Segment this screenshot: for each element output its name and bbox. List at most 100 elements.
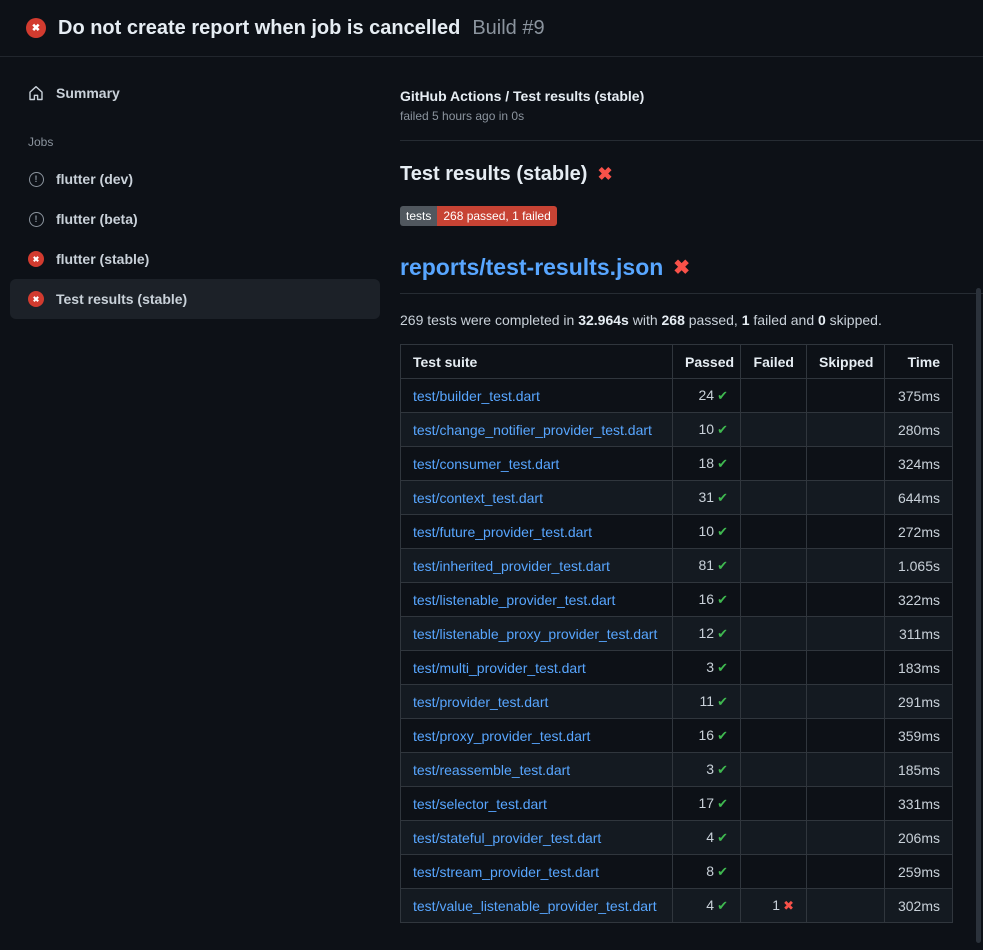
passed-cell: 11✔ <box>673 685 741 719</box>
test-suite-link[interactable]: test/change_notifier_provider_test.dart <box>413 422 652 438</box>
test-suite-link[interactable]: test/future_provider_test.dart <box>413 524 592 540</box>
time-cell: 183ms <box>885 651 953 685</box>
table-row: test/multi_provider_test.dart3✔183ms <box>401 651 953 685</box>
table-row: test/context_test.dart31✔644ms <box>401 481 953 515</box>
neutral-status-icon: ! <box>28 211 44 227</box>
check-icon: ✔ <box>717 422 728 437</box>
skipped-cell <box>807 583 885 617</box>
check-icon: ✔ <box>717 490 728 505</box>
passed-cell: 4✔ <box>673 889 741 923</box>
table-row: test/stateful_provider_test.dart4✔206ms <box>401 821 953 855</box>
sidebar: Summary Jobs ! flutter (dev) ! flutter (… <box>0 57 390 319</box>
sidebar-item-test-results-stable[interactable]: ✖ Test results (stable) <box>10 279 380 319</box>
x-glyph: ✖ <box>32 23 40 34</box>
check-icon: ✔ <box>717 830 728 845</box>
table-row: test/listenable_proxy_provider_test.dart… <box>401 617 953 651</box>
col-header-passed: Passed <box>673 345 741 379</box>
time-cell: 302ms <box>885 889 953 923</box>
test-suite-link[interactable]: test/stream_provider_test.dart <box>413 864 599 880</box>
passed-cell: 8✔ <box>673 855 741 889</box>
time-cell: 259ms <box>885 855 953 889</box>
test-suite-cell: test/proxy_provider_test.dart <box>401 719 673 753</box>
failed-cell <box>741 651 807 685</box>
check-icon: ✔ <box>717 796 728 811</box>
test-suite-cell: test/context_test.dart <box>401 481 673 515</box>
test-suite-link[interactable]: test/reassemble_test.dart <box>413 762 570 778</box>
test-suite-cell: test/stream_provider_test.dart <box>401 855 673 889</box>
table-header-row: Test suite Passed Failed Skipped Time <box>401 345 953 379</box>
test-suite-link[interactable]: test/value_listenable_provider_test.dart <box>413 898 657 914</box>
main-content: GitHub Actions / Test results (stable) f… <box>400 88 983 923</box>
exclaim-glyph: ! <box>29 212 44 227</box>
summary-line: 269 tests were completed in 32.964s with… <box>400 312 983 328</box>
table-row: test/value_listenable_provider_test.dart… <box>401 889 953 923</box>
skipped-cell <box>807 889 885 923</box>
table-row: test/listenable_provider_test.dart16✔322… <box>401 583 953 617</box>
test-suite-cell: test/selector_test.dart <box>401 787 673 821</box>
failed-status-icon: ✖ <box>26 18 46 38</box>
skipped-cell <box>807 685 885 719</box>
table-row: test/future_provider_test.dart10✔272ms <box>401 515 953 549</box>
skipped-cell <box>807 753 885 787</box>
check-icon: ✔ <box>717 694 728 709</box>
sidebar-item-label: flutter (stable) <box>56 251 149 267</box>
table-row: test/reassemble_test.dart3✔185ms <box>401 753 953 787</box>
test-suite-cell: test/change_notifier_provider_test.dart <box>401 413 673 447</box>
failed-cell <box>741 447 807 481</box>
table-row: test/proxy_provider_test.dart16✔359ms <box>401 719 953 753</box>
table-row: test/inherited_provider_test.dart81✔1.06… <box>401 549 953 583</box>
neutral-status-icon: ! <box>28 171 44 187</box>
time-cell: 1.065s <box>885 549 953 583</box>
time-cell: 291ms <box>885 685 953 719</box>
table-row: test/provider_test.dart 11✔ 291ms <box>401 685 953 719</box>
check-icon: ✔ <box>717 660 728 675</box>
build-number: Build #9 <box>472 17 544 40</box>
test-suite-link[interactable]: test/builder_test.dart <box>413 388 540 404</box>
test-suite-link[interactable]: test/context_test.dart <box>413 490 543 506</box>
sidebar-item-flutter-stable[interactable]: ✖ flutter (stable) <box>10 239 380 279</box>
col-header-skipped: Skipped <box>807 345 885 379</box>
skipped-cell <box>807 651 885 685</box>
check-icon: ✔ <box>717 898 728 913</box>
failed-cell <box>741 515 807 549</box>
failed-cell <box>741 379 807 413</box>
test-suite-cell: test/provider_test.dart <box>401 685 673 719</box>
failed-status-icon: ✖ <box>28 291 44 307</box>
passed-cell: 16✔ <box>673 583 741 617</box>
sidebar-item-flutter-beta[interactable]: ! flutter (beta) <box>10 199 380 239</box>
test-suite-link[interactable]: test/provider_test.dart <box>413 694 548 710</box>
failed-cell <box>741 753 807 787</box>
check-icon: ✔ <box>717 592 728 607</box>
test-suite-link[interactable]: test/multi_provider_test.dart <box>413 660 586 676</box>
failed-cell <box>741 549 807 583</box>
test-suite-link[interactable]: test/stateful_provider_test.dart <box>413 830 601 846</box>
time-cell: 280ms <box>885 413 953 447</box>
x-glyph: ✖ <box>33 255 40 264</box>
test-suite-link[interactable]: test/listenable_proxy_provider_test.dart <box>413 626 657 642</box>
passed-cell: 17✔ <box>673 787 741 821</box>
skipped-cell <box>807 413 885 447</box>
test-suite-link[interactable]: test/consumer_test.dart <box>413 456 559 472</box>
header: ✖ Do not create report when job is cance… <box>0 0 983 57</box>
exclaim-glyph: ! <box>29 172 44 187</box>
sidebar-item-label: flutter (dev) <box>56 171 133 187</box>
divider <box>400 140 983 141</box>
sidebar-item-summary[interactable]: Summary <box>10 73 380 113</box>
sidebar-item-flutter-dev[interactable]: ! flutter (dev) <box>10 159 380 199</box>
test-suite-link[interactable]: test/proxy_provider_test.dart <box>413 728 590 744</box>
failed-x-icon: ✖ <box>597 164 612 185</box>
test-suite-link[interactable]: test/selector_test.dart <box>413 796 547 812</box>
section-title: Test results (stable) <box>400 163 587 186</box>
test-suite-link[interactable]: test/listenable_provider_test.dart <box>413 592 615 608</box>
vertical-scrollbar[interactable] <box>976 288 981 943</box>
failed-cell <box>741 617 807 651</box>
skipped-cell <box>807 617 885 651</box>
report-file-link[interactable]: reports/test-results.json <box>400 254 663 281</box>
test-suite-link[interactable]: test/inherited_provider_test.dart <box>413 558 610 574</box>
sidebar-item-label: flutter (beta) <box>56 211 138 227</box>
badge-label: tests <box>400 206 437 226</box>
check-icon: ✔ <box>717 456 728 471</box>
skipped-cell <box>807 515 885 549</box>
failed-cell <box>741 583 807 617</box>
test-suite-cell: test/consumer_test.dart <box>401 447 673 481</box>
